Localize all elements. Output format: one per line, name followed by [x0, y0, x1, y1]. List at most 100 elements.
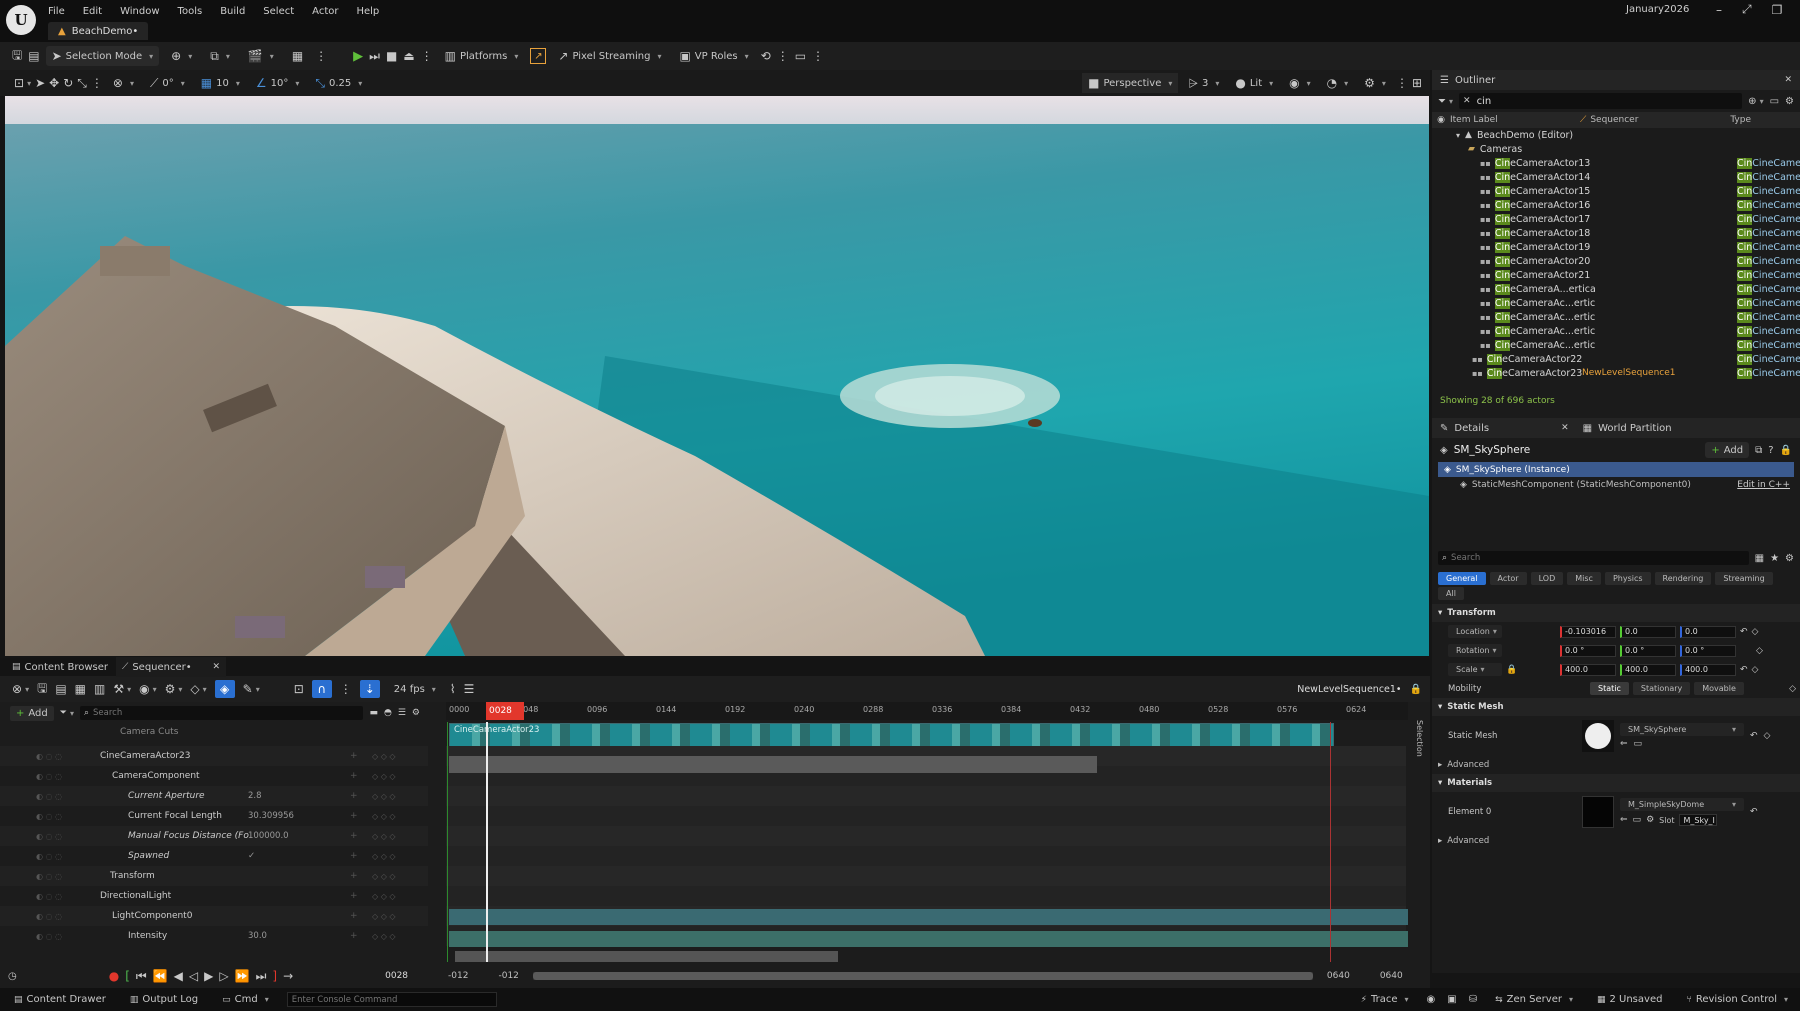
track-lane[interactable]: [446, 846, 1406, 866]
auto-key-icon[interactable]: ◈: [214, 680, 235, 698]
close-sequencer-icon[interactable]: ✕: [212, 662, 220, 672]
scale-dropdown[interactable]: Scale: [1448, 663, 1502, 676]
mobility-stationary[interactable]: Stationary: [1632, 682, 1691, 695]
col-type[interactable]: Type: [1730, 115, 1751, 125]
add-key-icon[interactable]: +: [350, 751, 358, 761]
sequencer-track[interactable]: ◐ ◌ ◌ LightComponent0 + ◇ ◇ ◇: [0, 906, 428, 926]
show-flags-button[interactable]: ◉: [1283, 73, 1317, 93]
angle-snap-button[interactable]: ∠ 10°: [250, 73, 306, 93]
track-lane[interactable]: [446, 886, 1406, 906]
camera-speed-button[interactable]: ⩥ 3: [1182, 73, 1225, 93]
track-lane[interactable]: [446, 866, 1406, 886]
menu-window[interactable]: Window: [120, 6, 159, 17]
track-toggles-icon[interactable]: ◐ ◌ ◌: [36, 852, 62, 861]
outliner-item[interactable]: ▪▪CineCameraActor17 CinCineCamera: [1432, 212, 1800, 226]
content-drawer-button[interactable]: ▤ Content Drawer: [8, 990, 112, 1010]
blueprint-button[interactable]: ⧉: [204, 46, 236, 66]
render-movie-icon[interactable]: ▦: [75, 682, 86, 696]
outliner-item[interactable]: ▪▪CineCameraActor19 CinCineCamera: [1432, 240, 1800, 254]
outliner-item[interactable]: ▪▪CineCameraAc...ertic CinCineCamera: [1432, 338, 1800, 352]
range-start-field[interactable]: -012: [448, 971, 468, 981]
sequencer-track[interactable]: ◐ ◌ ◌ CineCameraActor23 + ◇ ◇ ◇: [0, 746, 428, 766]
output-log-button[interactable]: ▥ Output Log: [124, 990, 204, 1010]
range-end-field[interactable]: 0640: [1380, 971, 1403, 981]
filter-misc[interactable]: Misc: [1567, 571, 1601, 585]
jump-start-icon[interactable]: ⏮: [136, 969, 147, 984]
browse-icon[interactable]: ▤: [28, 49, 39, 63]
component-row[interactable]: ◈ StaticMeshComponent (StaticMeshCompone…: [1438, 477, 1794, 492]
trace-button[interactable]: ⚡ Trace: [1355, 990, 1415, 1010]
derived-data-icon[interactable]: ⛁: [1469, 994, 1477, 1005]
view-start-field[interactable]: -012: [498, 971, 518, 981]
new-folder-icon[interactable]: ▭: [1770, 96, 1779, 107]
advanced-row-2[interactable]: ▸ Advanced: [1432, 832, 1800, 850]
track-toggles-icon[interactable]: ◐ ◌ ◌: [36, 832, 62, 841]
reset-location-icon[interactable]: ↶: [1740, 627, 1748, 637]
add-key-icon[interactable]: +: [350, 831, 358, 841]
filter-actor[interactable]: Actor: [1489, 571, 1527, 585]
scale-x-field[interactable]: 400.0: [1560, 663, 1616, 676]
stop-icon[interactable]: ■: [386, 49, 397, 63]
outliner-item[interactable]: ▪▪CineCameraActor15 CinCineCamera: [1432, 184, 1800, 198]
reset-material-icon[interactable]: ↶: [1750, 807, 1758, 817]
key-interp-icon[interactable]: ◇: [190, 682, 206, 696]
static-mesh-dropdown[interactable]: SM_SkySphere: [1620, 723, 1744, 736]
history-icon[interactable]: ⟲: [761, 49, 771, 63]
scale-lock-icon[interactable]: 🔒: [1506, 665, 1556, 675]
save-icon[interactable]: 🖫: [12, 46, 22, 67]
add-key-icon[interactable]: +: [350, 891, 358, 901]
project-tab[interactable]: ▲ BeachDemo•: [48, 22, 149, 40]
add-actor-button[interactable]: ⊕: [165, 46, 198, 66]
clear-search-icon[interactable]: ✕: [1463, 96, 1471, 106]
sequencer-track[interactable]: ◐ ◌ ◌ DirectionalLight + ◇ ◇ ◇: [0, 886, 428, 906]
sequencer-track[interactable]: ◐ ◌ ◌ Current Aperture 2.8 + ◇ ◇ ◇: [0, 786, 428, 806]
mesh-thumbnail[interactable]: [1582, 720, 1614, 752]
overflow-icon[interactable]: ⋮: [812, 49, 824, 63]
spawned-section[interactable]: [449, 909, 1408, 925]
key-nav-icon[interactable]: ◇ ◇ ◇: [372, 912, 396, 921]
track-value[interactable]: ✓: [248, 851, 255, 861]
outliner-search-box[interactable]: ✕ cin: [1459, 93, 1743, 109]
edit-in-cpp-link[interactable]: Edit in C++: [1737, 480, 1790, 490]
track-value[interactable]: 100000.0: [248, 831, 289, 841]
playhead-line[interactable]: [486, 722, 488, 962]
details-search-box[interactable]: ⌕: [1438, 551, 1749, 565]
cinematics-button[interactable]: 🎬: [242, 46, 280, 66]
loop-icon[interactable]: →: [283, 969, 293, 983]
outliner-root-row[interactable]: ▾ ▲ BeachDemo (Editor): [1432, 128, 1800, 142]
key-mesh-icon[interactable]: ◇: [1764, 731, 1771, 741]
key-nav-icon[interactable]: ◇ ◇ ◇: [372, 832, 396, 841]
browse-asset-icon[interactable]: ▭: [1634, 739, 1643, 749]
viewport-more-icon[interactable]: ⋮: [1396, 76, 1408, 90]
snap-icon[interactable]: ∩: [311, 680, 332, 698]
outliner-item[interactable]: ▪▪CineCameraActor14 CinCineCamera: [1432, 170, 1800, 184]
select-tool-icon[interactable]: ⊡: [14, 76, 31, 90]
curve-editor-icon[interactable]: ⌇: [450, 682, 456, 696]
playback-options-icon[interactable]: ⚙: [165, 682, 183, 696]
add-key-icon[interactable]: +: [350, 771, 358, 781]
track-lane[interactable]: [446, 826, 1406, 846]
rotation-dropdown[interactable]: Rotation: [1448, 644, 1502, 657]
view-options-icon[interactable]: ◉: [139, 682, 157, 696]
filter-physics[interactable]: Physics: [1604, 571, 1651, 585]
scale-snap-button[interactable]: ⤡ 0.25: [309, 73, 368, 93]
materials-section[interactable]: ▾ Materials: [1432, 774, 1800, 792]
launch-icon[interactable]: ↗: [530, 48, 547, 64]
key-location-icon[interactable]: ◇: [1752, 627, 1759, 637]
rotation-z-field[interactable]: 0.0 °: [1680, 644, 1736, 657]
sequencer-track[interactable]: ◐ ◌ ◌ Intensity 30.0 + ◇ ◇ ◇: [0, 926, 428, 946]
timecode-icon[interactable]: ◷: [8, 971, 17, 982]
add-key-icon[interactable]: +: [350, 791, 358, 801]
collapse-all-icon[interactable]: ▬: [369, 708, 378, 718]
key-nav-icon[interactable]: ◇ ◇ ◇: [372, 772, 396, 781]
sequencer-track[interactable]: ◐ ◌ ◌ Spawned ✓ + ◇ ◇ ◇: [0, 846, 428, 866]
location-x-field[interactable]: -0.103016: [1560, 625, 1616, 638]
playhead-frame-marker[interactable]: 0028: [486, 702, 524, 720]
set-start-icon[interactable]: [: [125, 969, 130, 983]
menu-help[interactable]: Help: [356, 6, 379, 17]
filter-all[interactable]: All: [1438, 586, 1464, 600]
key-nav-icon[interactable]: ◇ ◇ ◇: [372, 812, 396, 821]
outliner-item[interactable]: ▪▪CineCameraActor21 CinCineCamera: [1432, 268, 1800, 282]
filter-rendering[interactable]: Rendering: [1654, 571, 1712, 585]
outliner-item[interactable]: ▪▪CineCameraA...ertica CinCineCamera: [1432, 282, 1800, 296]
